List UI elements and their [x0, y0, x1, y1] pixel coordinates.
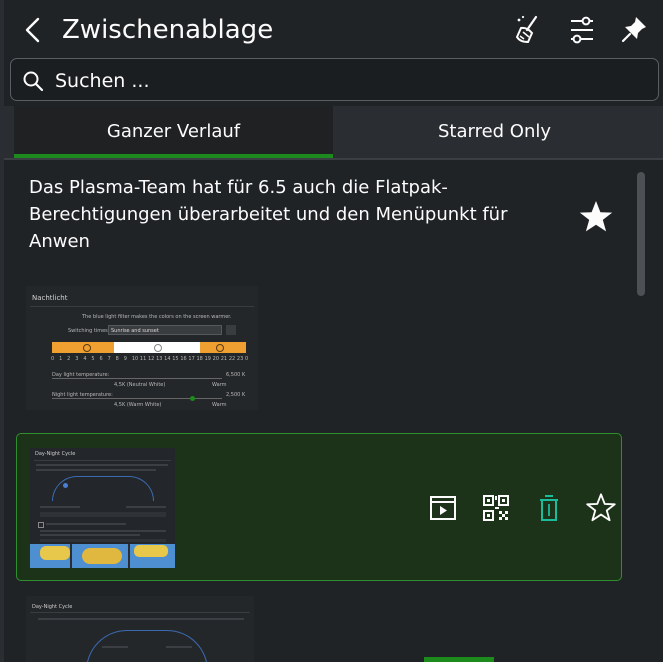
list-item-image[interactable]: Day-Night Cycle [26, 596, 254, 662]
list-item-selected[interactable]: Day-Night Cycle [16, 433, 622, 581]
hour-tick-label: 8 [115, 356, 119, 362]
sliders-icon [571, 16, 593, 44]
back-button[interactable] [18, 14, 48, 46]
hour-tick-label: 11 [139, 356, 147, 362]
thumbnail-subtitle: The blue light filter makes the colors o… [82, 314, 232, 320]
pin-button[interactable] [617, 12, 651, 48]
hour-tick-label: 0 [245, 356, 249, 362]
search-icon [23, 71, 44, 92]
broom-icon [515, 15, 538, 44]
chevron-left-icon [25, 17, 40, 43]
hour-tick-label: 2 [67, 356, 71, 362]
hour-tick-label: 18 [196, 356, 203, 362]
hour-tick-label: 15 [172, 356, 179, 362]
hour-tick-label: 19 [204, 356, 211, 362]
thumbnail-day-warm: Warm [212, 382, 227, 388]
star-filled-icon[interactable] [576, 197, 616, 237]
hour-tick-label: 4 [83, 356, 87, 362]
configure-button[interactable] [565, 12, 599, 48]
list-item-image[interactable]: Nachtlicht The blue light filter makes t… [26, 286, 258, 410]
delete-button[interactable] [532, 491, 566, 525]
clipboard-panel: Zwischenablage Suchen ... Ganzer Verlauf… [4, 0, 663, 662]
thumbnail-day-scale: 4,5K (Neutral White) [114, 382, 166, 388]
hour-tick-label: 13 [156, 356, 163, 362]
thumbnail-night-warm: Warm [212, 402, 227, 408]
header: Zwischenablage [4, 0, 663, 60]
history-list: Das Plasma-Team hat für 6.5 auch die Fla… [4, 160, 663, 662]
hour-tick-label: 23 [236, 356, 244, 362]
page-title: Zwischenablage [62, 15, 274, 45]
thumbnail-caption: Day-Night Cycle [35, 451, 76, 457]
thumbnail-caption: Day-Night Cycle [32, 604, 73, 610]
thumbnail-caption: Nachtlicht [32, 294, 68, 302]
hour-tick-label: 20 [212, 356, 220, 362]
thumbnail-switching-value: Sunrise and sunset [111, 328, 159, 334]
hour-tick-label: 5 [91, 356, 95, 362]
star-outline-icon [586, 493, 616, 522]
thumbnail-switching-label: Switching times: [68, 328, 110, 334]
tab-bar: Ganzer Verlauf Starred Only [4, 106, 663, 160]
tab-full-history[interactable]: Ganzer Verlauf [14, 106, 333, 160]
preview-icon [430, 496, 456, 520]
preview-button[interactable] [426, 491, 460, 525]
hour-tick-label: 22 [228, 356, 236, 362]
hour-tick-label: 6 [99, 356, 103, 362]
trash-icon [540, 495, 558, 521]
thumbnail-night-value: 2,500 K [226, 392, 246, 398]
hour-tick-label: 1 [59, 356, 63, 362]
star-button[interactable] [584, 491, 618, 525]
scrollbar-thumb[interactable] [637, 172, 645, 296]
tab-label: Ganzer Verlauf [106, 121, 241, 142]
hour-tick-label: 21 [220, 356, 228, 362]
qr-code-icon [483, 495, 509, 521]
search-field [10, 58, 659, 101]
hour-tick-label: 3 [75, 356, 79, 362]
tab-starred-only[interactable]: Starred Only [335, 106, 654, 160]
thumbnail-night-scale: 4,5K (Warm White) [114, 402, 162, 408]
entry-text: Das Plasma-Team hat für 6.5 auch die Fla… [29, 177, 508, 252]
hour-tick-label: 14 [164, 356, 171, 362]
hour-tick-label: 12 [148, 356, 155, 362]
thumbnail-image: Day-Night Cycle [30, 448, 175, 568]
hours-row: 0 1 2 3 4 5 6 7 8 9 10 11 12 13 14 15 16 17 18 19 20 21 22 23 0 [51, 356, 249, 364]
hour-tick-label: 0 [51, 356, 55, 362]
hour-tick-label: 10 [131, 356, 139, 362]
hour-tick-label: 17 [188, 356, 195, 362]
thumbnail-day-value: 6,500 K [226, 372, 246, 378]
hour-tick-label: 9 [123, 356, 127, 362]
search-input[interactable] [53, 63, 647, 99]
qr-code-button[interactable] [479, 491, 513, 525]
next-item-indicator [424, 657, 494, 662]
tab-label: Starred Only [437, 121, 552, 142]
hour-tick-label: 16 [180, 356, 187, 362]
pin-icon [621, 17, 646, 43]
hour-tick-label: 7 [107, 356, 111, 362]
clear-history-button[interactable] [511, 12, 545, 48]
